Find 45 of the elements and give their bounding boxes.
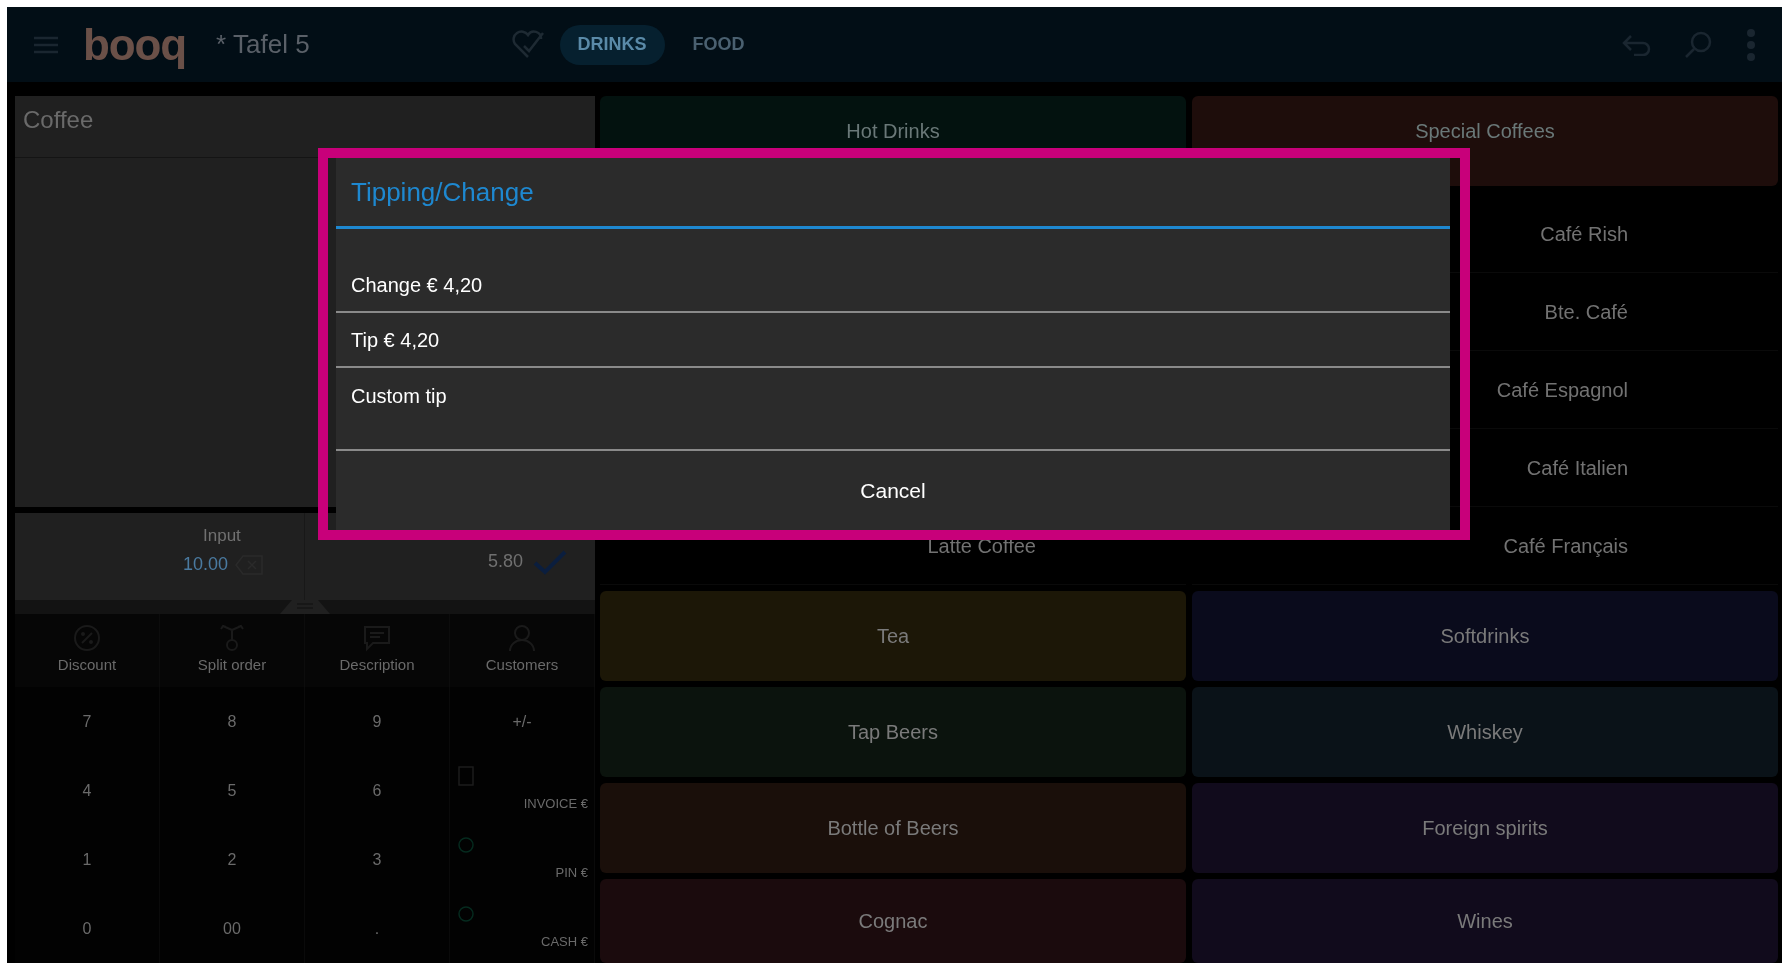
payment-button[interactable]: CASH € (541, 931, 588, 951)
category-tile[interactable]: Wines (1192, 879, 1778, 963)
category-tab[interactable]: DRINKS (559, 24, 665, 65)
table-title: * Tafel 5 (216, 28, 310, 61)
keypad-key[interactable]: 3 (305, 825, 450, 894)
dialog-option[interactable]: Custom tip (336, 368, 1450, 451)
order-category: Coffee (23, 106, 94, 133)
keypad-key[interactable]: . (305, 894, 450, 963)
input-label: Input (203, 525, 241, 547)
dialog-title: Tipping/Change (351, 175, 534, 209)
logo: booq (83, 22, 187, 67)
coin-icon (458, 904, 474, 924)
payment-button[interactable]: PIN € (555, 862, 588, 882)
category-tile[interactable]: Softdrinks (1192, 591, 1778, 681)
keypad-key[interactable]: 9 (305, 687, 450, 756)
category-tile[interactable]: Tea (600, 591, 1186, 681)
search-icon[interactable] (1684, 30, 1712, 59)
category-tab[interactable]: FOOD (674, 24, 763, 65)
keypad-key[interactable]: 1 (15, 825, 160, 894)
keypad-key[interactable]: +/- (450, 687, 595, 756)
more-options-icon[interactable] (1746, 28, 1756, 61)
drawer-handle-icon[interactable] (280, 600, 330, 614)
dialog-option[interactable]: Tip € 4,20 (336, 313, 1450, 368)
undo-icon[interactable] (1622, 33, 1652, 56)
input-value: 10.00 (182, 553, 228, 576)
category-tile[interactable]: Foreign spirits (1192, 783, 1778, 873)
keypad-key[interactable]: 6 (305, 756, 450, 825)
keypad-key[interactable]: 5 (160, 756, 305, 825)
keypad-key[interactable]: 7 (15, 687, 160, 756)
category-tile[interactable]: Whiskey (1192, 687, 1778, 777)
invoice-icon (458, 766, 474, 786)
coin-icon (458, 835, 474, 855)
keypad-key[interactable]: 4 (15, 756, 160, 825)
keypad-key[interactable]: 2 (160, 825, 305, 894)
payment-button[interactable]: INVOICE € (523, 793, 588, 813)
category-tile[interactable]: Bottle of Beers (600, 783, 1186, 873)
total-amount: 5.80 (487, 550, 523, 573)
menu-icon[interactable] (33, 35, 59, 54)
dialog-option[interactable]: Change € 4,20 (336, 258, 1450, 313)
keypad-key[interactable]: 0 (15, 894, 160, 963)
confirm-check-icon[interactable] (533, 548, 567, 575)
category-tile[interactable]: Tap Beers (600, 687, 1186, 777)
keypad-key[interactable]: 00 (160, 894, 305, 963)
keypad-key[interactable]: 8 (160, 687, 305, 756)
category-tile[interactable]: Cognac (600, 879, 1186, 963)
